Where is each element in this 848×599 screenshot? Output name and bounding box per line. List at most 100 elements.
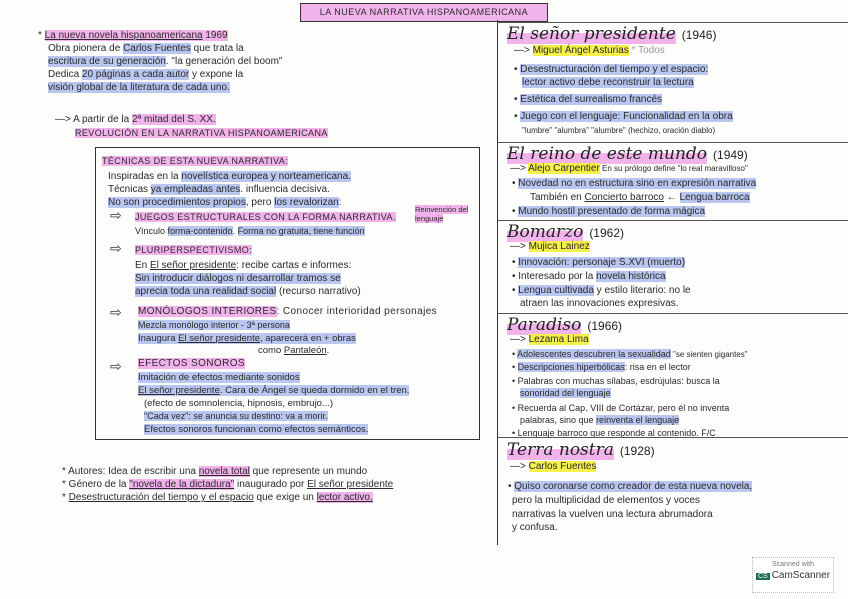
text-segment: Reinvención del lenguaje [415, 205, 469, 223]
technique-heading: EFECTOS SONOROS [138, 358, 245, 369]
text-segment: Inspiradas en la [108, 171, 182, 182]
text-segment: lector activo. [316, 492, 373, 503]
novel-title: El señor presidente (1946) [507, 24, 716, 44]
section-line: —> Mujica Lainez [510, 241, 590, 252]
text-segment: En [135, 260, 151, 271]
novel-year: (1962) [589, 226, 624, 240]
notes-page: LA NUEVA NARRATIVA HISPANOAMERICANA * La… [0, 0, 848, 599]
box-line: Imitación de efectos mediante sonidos [138, 372, 300, 383]
section-line: —> Lezama Lima [510, 334, 589, 345]
novel-name: Terra nostra [507, 440, 614, 460]
text-segment: —> [510, 163, 529, 174]
summary-line: * Desestructuración del tiempo y el espa… [62, 492, 373, 503]
text-segment: novelística europea y norteamericana. [181, 171, 351, 182]
box-line: Inspiradas en la novelística europea y n… [108, 171, 351, 182]
text-segment: * [62, 492, 69, 503]
intro-line: * La nueva novela hispanoamericana 1969 [38, 30, 228, 41]
box-line: El señor presidente. Cara de Ángel se qu… [138, 385, 410, 396]
section-line: pero la multiplicidad de elementos y voc… [512, 495, 700, 506]
author-name: Miguel Ángel Asturias [532, 45, 629, 56]
summary-line: * Género de la "novela de la dictadura" … [62, 479, 393, 490]
section-line: • Descripciones hiperbólicas: risa en el… [512, 362, 691, 372]
text-segment: JUEGOS ESTRUCTURALES CON LA FORMA NARRAT… [135, 212, 396, 222]
arrow-right-icon: ⇨ [110, 304, 122, 320]
text-segment: Mundo hostil presentado de forma mágica [518, 206, 706, 217]
section-divider [497, 313, 848, 314]
text-segment: REVOLUCIÓN EN LA NARRATIVA HISPANOAMERIC… [75, 128, 328, 138]
section-line: "lumbre" "alumbra" "alumbre" (hechizo, o… [522, 125, 715, 136]
text-segment: reinventa el lenguaje [596, 415, 680, 425]
summary-line: * Autores: Idea de escribir una novela t… [62, 466, 367, 477]
section-line: —> Miguel Ángel Asturias * Todos [514, 45, 665, 56]
text-segment: ← [663, 192, 680, 203]
text-segment: —> [510, 241, 529, 252]
section-divider [497, 142, 848, 143]
novel-title: Terra nostra (1928) [507, 440, 655, 460]
page-title: LA NUEVA NARRATIVA HISPANOAMERICANA [300, 3, 548, 22]
novel-year: (1949) [713, 148, 748, 162]
text-segment: novela histórica [596, 271, 666, 282]
technique-heading: JUEGOS ESTRUCTURALES CON LA FORMA NARRAT… [135, 212, 396, 222]
section-line: lector activo debe reconstruir la lectur… [522, 77, 694, 88]
text-segment: como [258, 345, 284, 356]
text-segment: —> A partir de la [55, 114, 132, 125]
camscanner-watermark: Scanned with CS CamScanner [752, 557, 834, 593]
text-segment: : [338, 197, 342, 208]
box-line: aprecia toda una realidad social (recurs… [135, 286, 361, 297]
text-segment: . influencia decisiva. [240, 184, 330, 195]
section-line: y confusa. [512, 522, 558, 533]
text-segment: que represente un mundo [249, 466, 368, 477]
text-segment: Imitación de efectos mediante sonidos [138, 372, 300, 383]
text-segment: aprecia toda una realidad social [135, 286, 277, 297]
text-segment: La nueva novela hispanoamericana [44, 30, 203, 41]
text-segment: "novela de la dictadura" [129, 479, 235, 490]
text-segment: El señor presidente [178, 333, 261, 344]
text-segment: Carlos Fuentes [123, 43, 191, 54]
text-segment: Juego con el lenguaje: Funcionalidad en … [520, 111, 733, 122]
text-segment: Quiso coronarse como creador de esta nue… [514, 481, 753, 492]
section-line: sonoridad del lenguaje [520, 388, 611, 398]
text-segment: Técnicas [108, 184, 151, 195]
text-segment: pero la multiplicidad de elementos y voc… [512, 495, 700, 506]
section-line: narrativas la vuelven una lectura abruma… [512, 509, 713, 520]
text-segment: y confusa. [512, 522, 558, 533]
author-name: Lezama Lima [528, 334, 589, 345]
section-line: • Juego con el lenguaje: Funcionalidad e… [514, 111, 733, 122]
technique-heading: PLURIPERSPECTIVISMO: [135, 245, 253, 255]
novel-name: Bomarzo [507, 222, 584, 242]
column-divider [497, 20, 498, 545]
novel-title: Bomarzo (1962) [507, 222, 624, 242]
side-note: Reinvención del lenguaje [415, 205, 473, 223]
watermark-brand: CS CamScanner [753, 570, 833, 581]
section-line: —> Carlos Fuentes [510, 461, 597, 472]
text-segment: Sin introducir diálogos ni desarrollar t… [135, 273, 341, 284]
author-name: Mujica Lainez [528, 241, 590, 252]
section-line: • Palabras con muchas sílabas, esdrújula… [512, 376, 720, 386]
box-line: Sin introducir diálogos ni desarrollar t… [135, 273, 341, 284]
text-segment: "se sienten gigantes" [670, 350, 748, 359]
novel-year: (1946) [681, 28, 717, 42]
section-line: • Innovación: personaje S.XVI (muerto) [512, 257, 686, 268]
box-line: Efectos sonoros funcionan como efectos s… [144, 424, 369, 435]
box-line: Mezcla monólogo interior - 3ª persona [138, 320, 290, 330]
text-segment: y expone la [189, 69, 244, 80]
watermark-caption: Scanned with [771, 561, 815, 568]
text-segment: * Género de la [62, 479, 130, 490]
text-segment: . [326, 345, 330, 356]
section-divider [497, 220, 848, 221]
intro-line: escritura de su generación. "la generaci… [48, 56, 282, 67]
text-segment: 2ª mitad del S. XX. [132, 114, 216, 125]
text-segment: Inaugura [138, 333, 179, 344]
section-line: • Desestructuración del tiempo y el espa… [514, 64, 709, 75]
text-segment: El señor presidente [138, 385, 220, 396]
text-segment: Concierto barroco [584, 192, 664, 203]
text-segment: (recurso narrativo) [276, 286, 361, 297]
novel-title: Paradiso (1966) [507, 315, 622, 335]
section-divider [497, 22, 848, 23]
text-segment: que trata la [190, 43, 244, 54]
novel-name: El reino de este mundo [507, 144, 708, 164]
text-segment: forma-contenido [167, 226, 233, 236]
intro-line: visión global de la literatura de cada u… [48, 82, 230, 93]
text-segment: PLURIPERSPECTIVISMO: [135, 245, 253, 255]
text-segment: Descripciones hiperbólicas [517, 362, 625, 372]
